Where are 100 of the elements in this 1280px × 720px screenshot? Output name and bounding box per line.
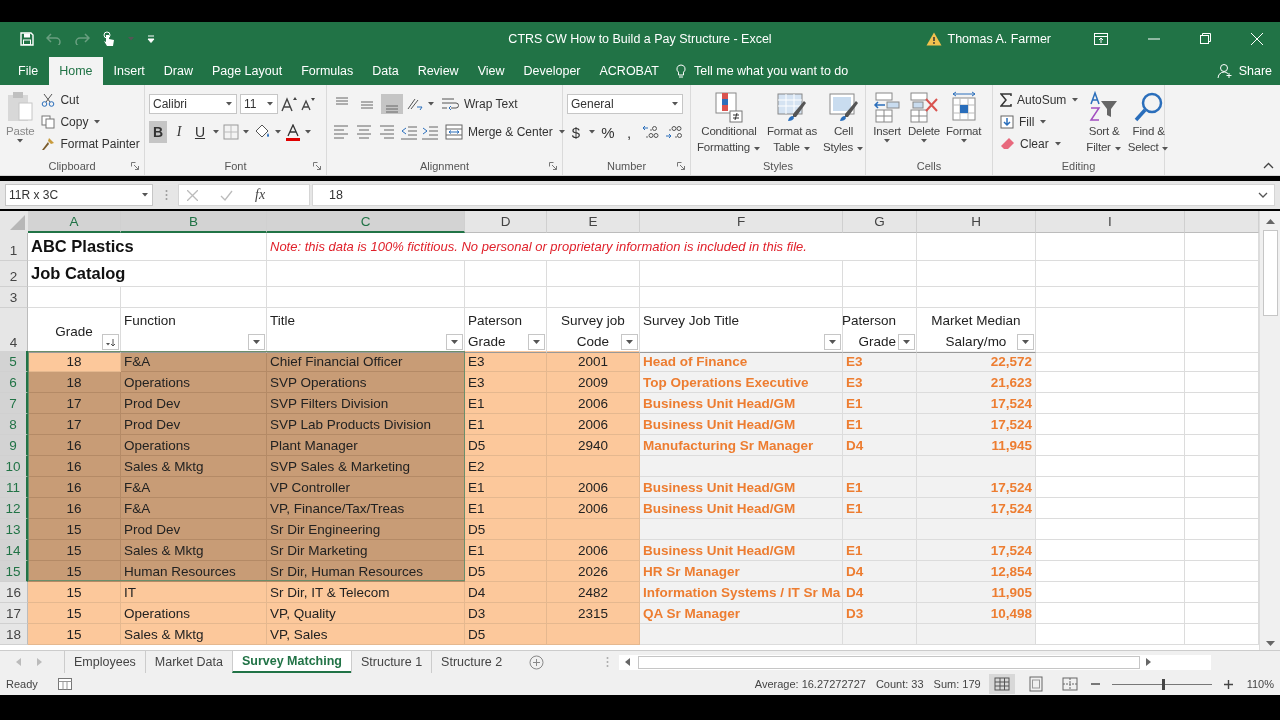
macro-record-icon[interactable] bbox=[57, 678, 72, 690]
row-header[interactable]: 6 bbox=[0, 372, 28, 393]
sort-filter-button[interactable] bbox=[102, 334, 119, 350]
filter-button[interactable] bbox=[528, 334, 545, 350]
tell-me-field[interactable]: Tell me what you want to do bbox=[692, 63, 876, 79]
row-header[interactable]: 15 bbox=[0, 561, 28, 582]
font-size-field[interactable]: 11 bbox=[240, 94, 278, 114]
row-header[interactable]: 12 bbox=[0, 498, 28, 519]
fill-bucket-icon[interactable] bbox=[253, 124, 271, 140]
filter-button[interactable] bbox=[1017, 334, 1034, 350]
decrease-decimal-icon[interactable] bbox=[664, 124, 684, 140]
dialog-launcher-icon[interactable] bbox=[549, 162, 557, 170]
user-name[interactable]: Thomas A. Farmer bbox=[947, 31, 1051, 46]
scroll-thumb[interactable] bbox=[638, 655, 1141, 669]
ribbon-tab[interactable]: Formulas bbox=[293, 57, 362, 85]
ribbon-tab[interactable]: Review bbox=[409, 57, 467, 85]
column-header[interactable]: F bbox=[640, 211, 843, 233]
row-header[interactable]: 17 bbox=[0, 603, 28, 624]
formula-input[interactable]: 18 bbox=[312, 184, 1275, 206]
ribbon-tab[interactable]: Data bbox=[364, 57, 407, 85]
horizontal-align-icon[interactable] bbox=[331, 123, 351, 141]
horizontal-align-icon[interactable] bbox=[354, 123, 374, 141]
clear-button[interactable]: Clear bbox=[997, 133, 1083, 154]
checkmark-icon[interactable] bbox=[220, 189, 233, 201]
increase-decimal-icon[interactable] bbox=[641, 124, 661, 140]
row-header[interactable]: 16 bbox=[0, 582, 28, 603]
close-icon[interactable] bbox=[1251, 32, 1263, 45]
sheet-tab[interactable]: Survey Matching bbox=[231, 651, 351, 673]
row-header[interactable]: 1 bbox=[0, 233, 28, 261]
autosum-button[interactable]: AutoSum bbox=[997, 89, 1083, 110]
cells-button[interactable]: Delete bbox=[906, 89, 943, 145]
scroll-right-icon[interactable] bbox=[1146, 658, 1152, 666]
column-header[interactable]: I bbox=[1036, 211, 1185, 233]
underline-button[interactable]: U bbox=[191, 121, 209, 143]
font-color-icon[interactable] bbox=[285, 123, 301, 141]
cells-button[interactable]: Format bbox=[944, 89, 984, 145]
name-box[interactable]: 11R x 3C bbox=[5, 184, 153, 206]
share-button[interactable]: Share bbox=[1208, 57, 1280, 85]
increase-indent-icon[interactable] bbox=[421, 124, 439, 140]
scroll-down-icon[interactable] bbox=[1265, 641, 1275, 646]
currency-button[interactable]: $ bbox=[567, 121, 585, 143]
percent-button[interactable]: % bbox=[599, 121, 617, 143]
zoom-slider[interactable] bbox=[1111, 678, 1212, 690]
row-header[interactable]: 14 bbox=[0, 540, 28, 561]
column-header[interactable]: E bbox=[547, 211, 640, 233]
filter-button[interactable] bbox=[824, 334, 841, 350]
decrease-indent-icon[interactable] bbox=[400, 124, 418, 140]
restore-icon[interactable] bbox=[1200, 33, 1211, 44]
filter-button[interactable] bbox=[248, 334, 265, 350]
grow-font-icon[interactable] bbox=[281, 96, 298, 112]
horizontal-scrollbar[interactable] bbox=[619, 654, 1212, 670]
column-header[interactable]: G bbox=[843, 211, 917, 233]
ribbon-tab[interactable]: File bbox=[10, 57, 47, 85]
row-header[interactable]: 9 bbox=[0, 435, 28, 456]
save-icon[interactable] bbox=[20, 31, 34, 46]
scroll-left-icon[interactable] bbox=[625, 658, 631, 666]
ribbon-tab[interactable]: Insert bbox=[105, 57, 153, 85]
italic-button[interactable]: I bbox=[170, 121, 188, 143]
dialog-launcher-icon[interactable] bbox=[313, 162, 321, 170]
styles-button[interactable]: Conditional Formatting bbox=[695, 89, 763, 157]
ribbon-tab[interactable]: Page Layout bbox=[203, 57, 291, 85]
format-painter-button[interactable]: Format Painter bbox=[38, 133, 143, 154]
cells-button[interactable]: Insert bbox=[870, 89, 904, 145]
styles-button[interactable]: Format as Table bbox=[764, 89, 819, 157]
scroll-up-icon[interactable] bbox=[1265, 219, 1275, 224]
column-header[interactable]: B bbox=[121, 211, 267, 233]
copy-button[interactable]: Copy bbox=[38, 111, 143, 132]
wrap-text-button[interactable]: Wrap Text bbox=[438, 93, 521, 115]
fill-button[interactable]: Fill bbox=[997, 111, 1083, 132]
sort-filter-button[interactable]: Sort & Filter bbox=[1084, 89, 1124, 157]
ribbon-tab[interactable]: Developer bbox=[515, 57, 589, 85]
number-format-field[interactable]: General bbox=[567, 94, 683, 114]
scroll-thumb[interactable] bbox=[1262, 230, 1278, 316]
row-header[interactable]: 7 bbox=[0, 393, 28, 414]
row-header[interactable]: 3 bbox=[0, 287, 28, 308]
horizontal-align-icon[interactable] bbox=[377, 123, 397, 141]
ribbon-tab[interactable]: View bbox=[469, 57, 513, 85]
row-header[interactable]: 13 bbox=[0, 519, 28, 540]
comma-button[interactable]: , bbox=[620, 121, 638, 143]
column-header[interactable]: H bbox=[917, 211, 1036, 233]
row-header[interactable]: 8 bbox=[0, 414, 28, 435]
shrink-font-icon[interactable] bbox=[301, 97, 316, 111]
row-header[interactable]: 18 bbox=[0, 624, 28, 645]
collapse-ribbon-icon[interactable] bbox=[1263, 162, 1274, 169]
column-header[interactable]: A bbox=[28, 211, 121, 233]
cut-button[interactable]: Cut bbox=[38, 89, 143, 110]
drag-handle-icon[interactable] bbox=[606, 656, 610, 668]
text-orientation-icon[interactable] bbox=[406, 97, 424, 111]
row-header[interactable]: 4 bbox=[0, 308, 28, 353]
zoom-level[interactable]: 110% bbox=[1246, 678, 1274, 690]
zoom-in-icon[interactable] bbox=[1223, 679, 1233, 689]
minimize-icon[interactable] bbox=[1148, 37, 1160, 40]
row-header[interactable]: 11 bbox=[0, 477, 28, 498]
ribbon-display-icon[interactable] bbox=[1094, 32, 1108, 45]
insert-function-button[interactable]: fx bbox=[255, 187, 266, 203]
row-header[interactable]: 5 bbox=[0, 351, 28, 372]
column-header[interactable]: C bbox=[267, 211, 465, 233]
filter-button[interactable] bbox=[446, 334, 463, 350]
ribbon-tab[interactable]: Home bbox=[49, 57, 103, 85]
dialog-launcher-icon[interactable] bbox=[677, 162, 685, 170]
